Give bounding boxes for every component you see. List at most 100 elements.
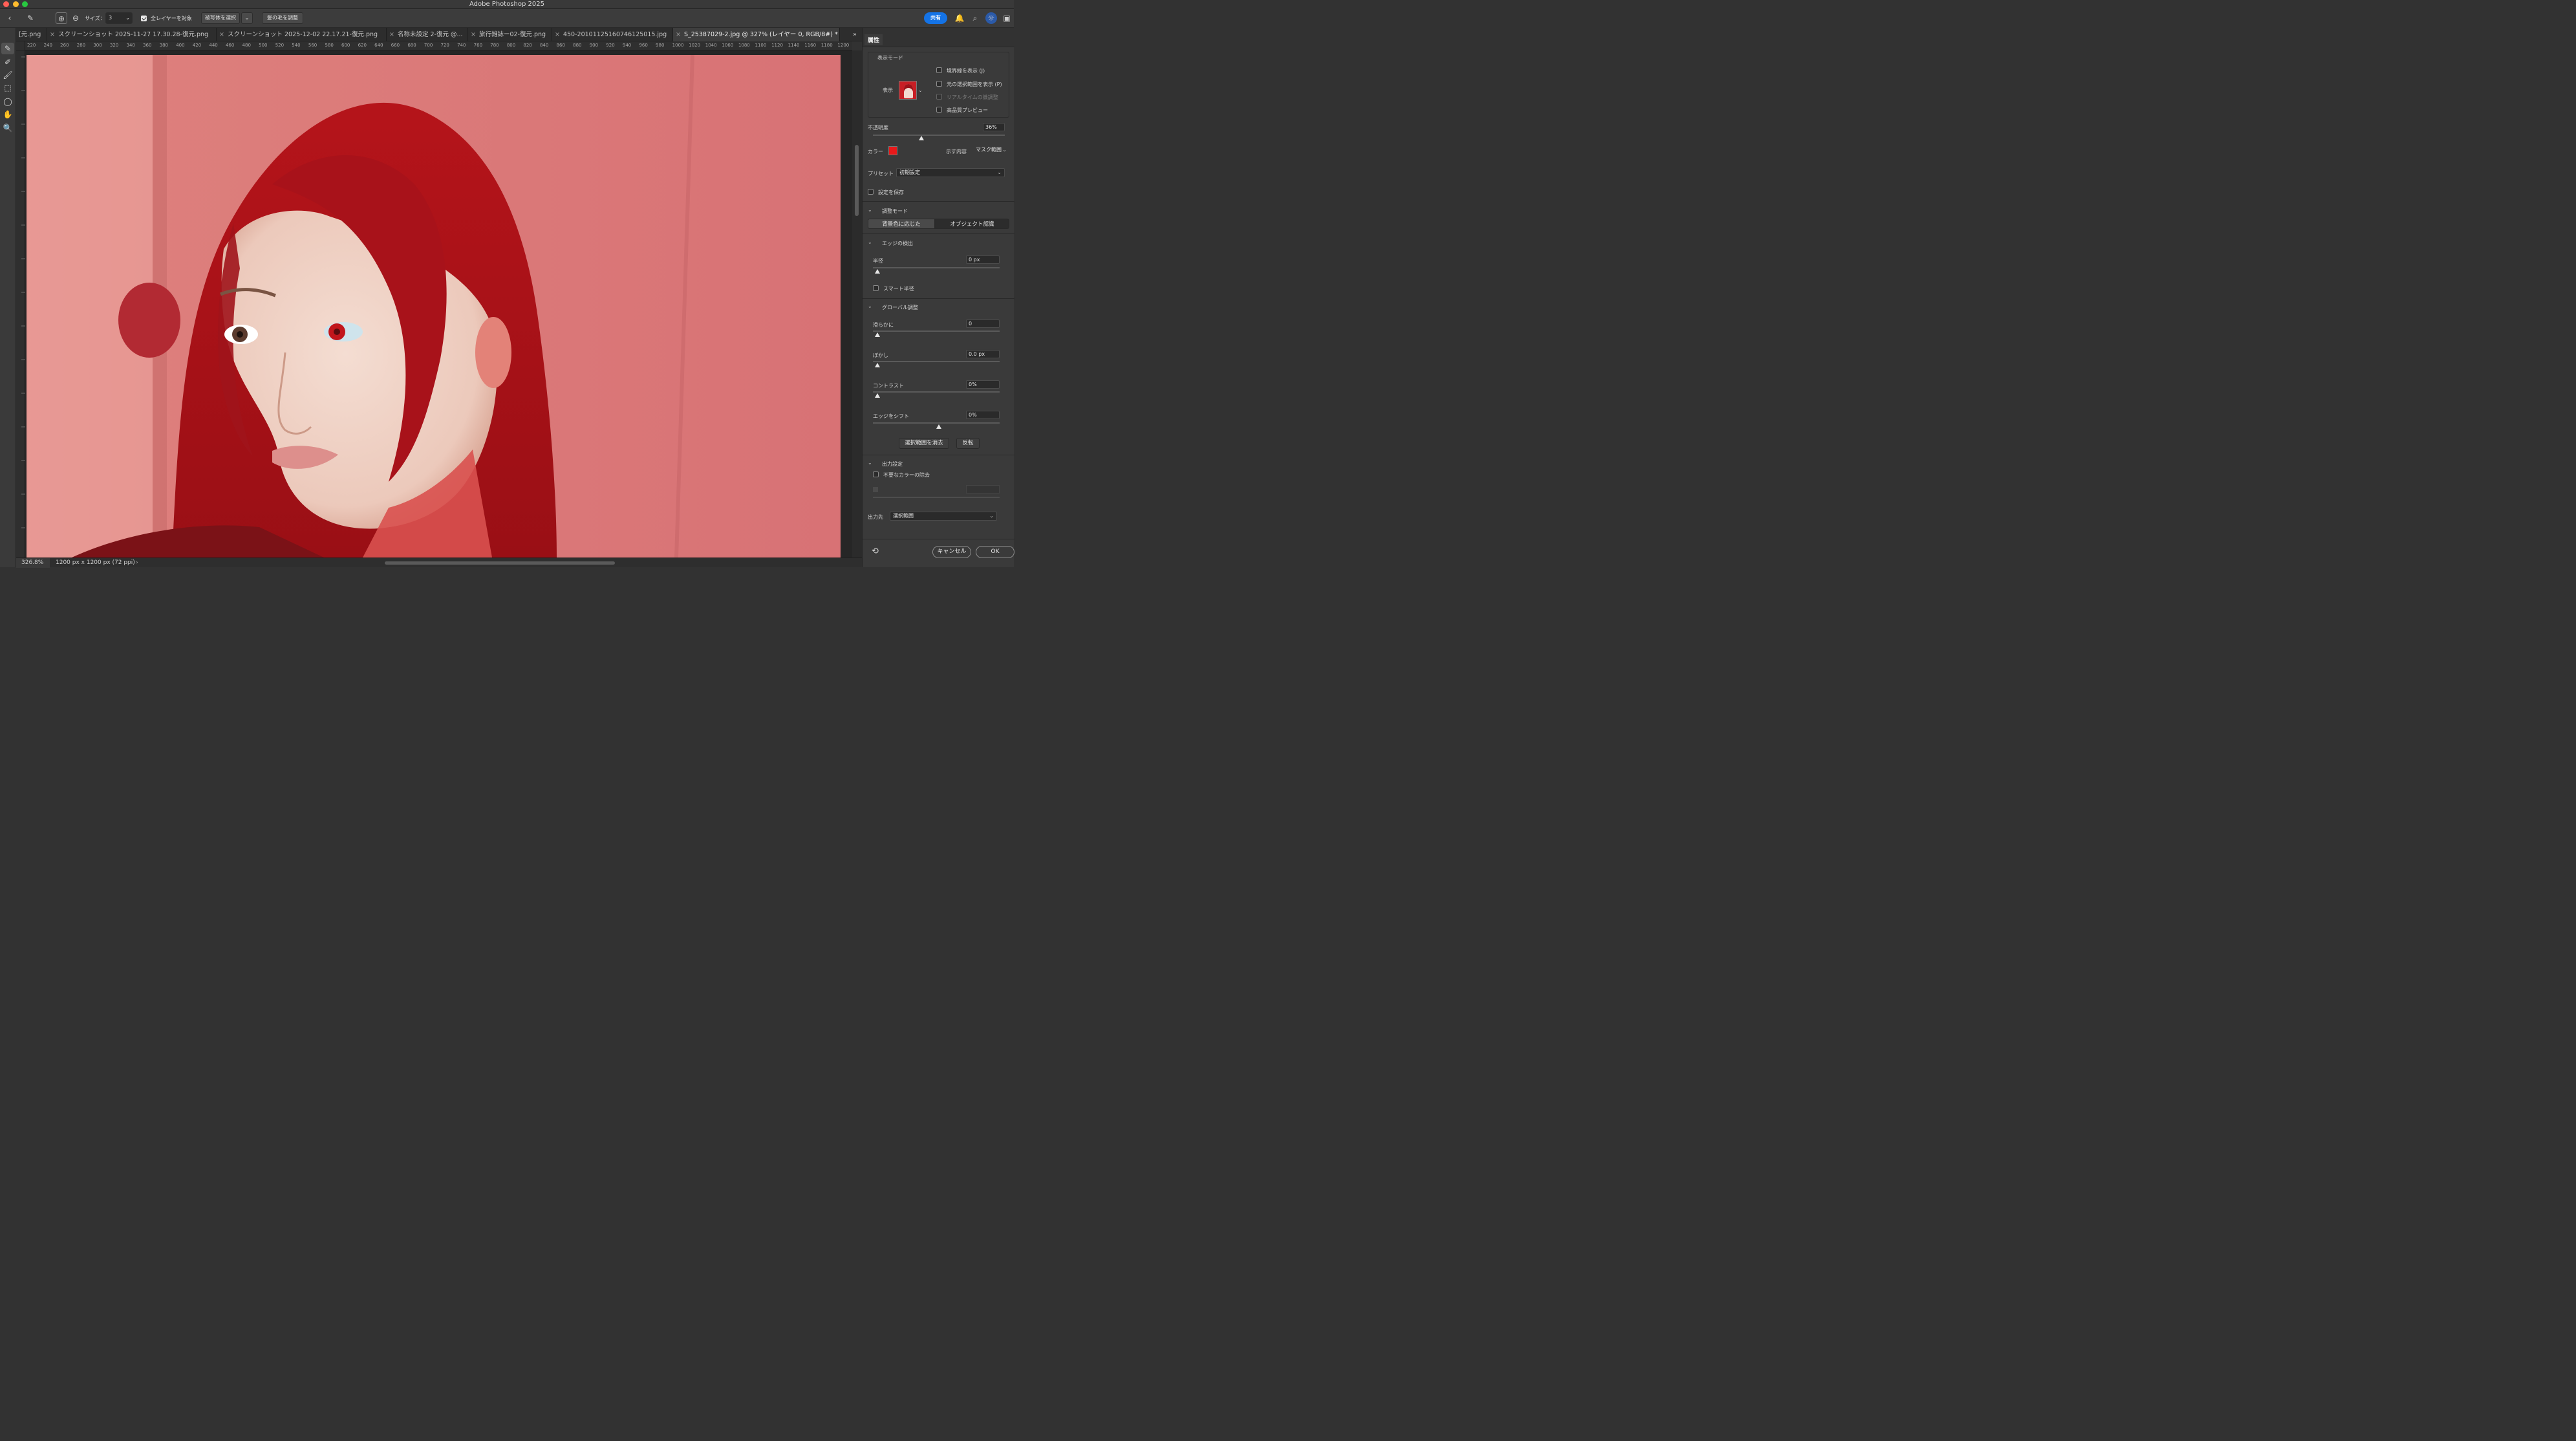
close-tab-icon[interactable]: × xyxy=(389,31,394,38)
realtime-refine-label: リアルタイムの微調整 xyxy=(947,94,998,100)
close-tab-icon[interactable]: × xyxy=(471,31,476,38)
document-tab[interactable]: × 450-20101125160746125015.jpg xyxy=(552,28,673,41)
document-tab[interactable]: × スクリーンショット 2025-11-27 17.30.28-復元.png xyxy=(47,28,217,41)
contrast-input[interactable]: 0% xyxy=(966,380,1000,389)
subtract-from-selection-icon[interactable]: ⊖ xyxy=(70,12,81,24)
ruler-tick-label: 680 xyxy=(407,43,416,48)
tab-label: 旅行雑誌ー02-復元.png xyxy=(478,31,546,38)
tab-properties[interactable]: 属性 xyxy=(864,34,883,45)
document-tab[interactable]: × 旅行雑誌ー02-復元.png xyxy=(468,28,552,41)
document-tab[interactable]: × 名称未設定 2-復元 @... xyxy=(387,28,468,41)
quick-selection-tool-preset-icon[interactable]: ✎ xyxy=(25,12,36,24)
bell-icon[interactable]: 🔔 xyxy=(954,12,965,24)
cancel-button[interactable]: キャンセル xyxy=(932,546,971,558)
overlay-color-swatch[interactable] xyxy=(888,146,897,155)
reset-icon[interactable]: ⟲ xyxy=(872,547,879,556)
decontaminate-amount-field xyxy=(966,485,1000,493)
hand-tool-icon[interactable]: ✋ xyxy=(1,109,14,120)
show-edge-checkbox[interactable] xyxy=(936,67,942,73)
radius-input[interactable]: 0 px xyxy=(966,255,1000,264)
view-mode-thumbnail[interactable] xyxy=(899,81,917,100)
close-tab-icon[interactable]: × xyxy=(50,31,55,38)
invert-button[interactable]: 反転 xyxy=(956,438,980,449)
preset-select[interactable]: 初期設定 ⌄ xyxy=(896,168,1005,177)
clear-selection-button[interactable]: 選択範囲を消去 xyxy=(899,438,949,449)
document-tab[interactable]: [元.png xyxy=(16,28,47,41)
ruler-tick-label: 620 xyxy=(358,43,367,48)
ruler-tick-label: 220 xyxy=(27,43,36,48)
edge-detection-collapse-icon[interactable]: ⌄ xyxy=(868,239,872,245)
vertical-scrollbar[interactable] xyxy=(852,50,862,558)
shift-edge-slider-thumb[interactable] xyxy=(936,424,941,429)
workspace-layout-icon[interactable]: ▣ xyxy=(1001,12,1013,24)
zoom-level-field[interactable]: 326.8% xyxy=(16,558,50,568)
ruler-tick-label: 640 xyxy=(374,43,383,48)
discover-lightbulb-icon[interactable]: ☼ xyxy=(985,12,997,24)
add-to-selection-icon[interactable]: ⊕ xyxy=(56,12,67,24)
close-tab-icon[interactable]: × xyxy=(555,31,560,38)
contrast-slider-track[interactable] xyxy=(873,391,1000,393)
view-mode-dropdown-icon[interactable]: ⌄ xyxy=(918,87,923,93)
smooth-slider-track[interactable] xyxy=(873,330,1000,332)
lasso-tool-icon[interactable]: ◯ xyxy=(1,96,14,107)
refine-mode-collapse-icon[interactable]: ⌄ xyxy=(868,207,872,213)
radius-slider-thumb[interactable] xyxy=(875,269,880,274)
refine-edge-brush-icon[interactable]: ✐ xyxy=(1,56,14,68)
high-quality-preview-checkbox[interactable] xyxy=(936,107,942,113)
shift-edge-slider-track[interactable] xyxy=(873,422,1000,424)
status-menu-arrow-icon[interactable]: › xyxy=(136,558,138,568)
zoom-tool-icon[interactable]: 🔍 xyxy=(1,122,14,134)
indicates-select[interactable]: マスク範囲 ⌄ xyxy=(973,146,1009,155)
vertical-scrollbar-thumb[interactable] xyxy=(855,145,859,216)
back-chevron-icon[interactable]: ‹ xyxy=(4,12,16,24)
tab-label: S_25387029-2.jpg @ 327% (レイヤー 0, RGB/8#)… xyxy=(683,31,838,38)
chevron-down-icon: ⌄ xyxy=(125,15,130,21)
color-aware-mode-button[interactable]: 背景色に応じた xyxy=(868,219,935,229)
decontaminate-colors-checkbox[interactable] xyxy=(873,471,879,477)
close-tab-icon[interactable]: × xyxy=(219,31,224,38)
opacity-slider-thumb[interactable] xyxy=(918,136,924,140)
share-button[interactable]: 共有 xyxy=(924,12,947,24)
smooth-slider-thumb[interactable] xyxy=(875,332,880,337)
ruler-tick-label: 440 xyxy=(209,43,218,48)
contrast-slider-thumb[interactable] xyxy=(875,393,880,398)
refine-hair-button[interactable]: 髪の毛を調整 xyxy=(262,12,303,24)
horizontal-scrollbar-thumb[interactable] xyxy=(385,561,615,565)
select-subject-button[interactable]: 被写体を選択 xyxy=(201,12,240,24)
brush-tool-icon[interactable]: 🖌 xyxy=(1,69,14,81)
all-layers-checkbox[interactable] xyxy=(141,16,147,21)
smart-radius-checkbox[interactable] xyxy=(873,285,879,291)
feather-slider-thumb[interactable] xyxy=(875,363,880,367)
opacity-slider-track[interactable] xyxy=(873,135,1005,136)
search-icon[interactable]: ⌕ xyxy=(969,12,981,24)
vertical-ruler[interactable] xyxy=(16,50,25,558)
save-settings-checkbox[interactable] xyxy=(868,189,874,195)
object-aware-mode-button[interactable]: オブジェクト認識 xyxy=(935,219,1009,229)
document-image[interactable] xyxy=(27,55,841,558)
quick-selection-tool-icon[interactable]: ✎ xyxy=(1,43,14,54)
color-label: カラー xyxy=(868,149,883,155)
horizontal-ruler[interactable]: 220 240 260 280 300 320 340 360 380 400 420 440 460 4… xyxy=(25,41,852,50)
output-to-select[interactable]: 選択範囲 ⌄ xyxy=(890,512,997,521)
ruler-origin[interactable] xyxy=(16,41,25,50)
object-selection-tool-icon[interactable]: ⬚ xyxy=(1,82,14,94)
output-settings-collapse-icon[interactable]: ⌄ xyxy=(868,460,872,466)
show-original-checkbox[interactable] xyxy=(936,81,942,87)
document-tab-active[interactable]: × S_25387029-2.jpg @ 327% (レイヤー 0, RGB/8#… xyxy=(673,28,840,41)
shift-edge-input[interactable]: 0% xyxy=(966,411,1000,419)
opacity-input[interactable]: 36% xyxy=(983,123,1005,131)
global-refinements-collapse-icon[interactable]: ⌄ xyxy=(868,303,872,309)
select-subject-dropdown[interactable]: ⌄ xyxy=(241,12,253,24)
brush-size-field[interactable]: 3 ⌄ xyxy=(105,12,133,24)
edge-detection-label: エッジの検出 xyxy=(882,241,913,246)
feather-slider-track[interactable] xyxy=(873,361,1000,362)
ok-button[interactable]: OK xyxy=(976,546,1014,558)
radius-slider-track[interactable] xyxy=(873,267,1000,268)
document-tab[interactable]: × スクリーンショット 2025-12-02 22.17.21-復元.png xyxy=(217,28,387,41)
canvas-area[interactable] xyxy=(25,50,852,558)
tab-overflow-icon[interactable]: » xyxy=(850,28,862,41)
feather-input[interactable]: 0.0 px xyxy=(966,350,1000,358)
smooth-input[interactable]: 0 xyxy=(966,320,1000,328)
vertical-ruler-ticks xyxy=(21,56,25,528)
close-tab-icon[interactable]: × xyxy=(676,31,681,38)
